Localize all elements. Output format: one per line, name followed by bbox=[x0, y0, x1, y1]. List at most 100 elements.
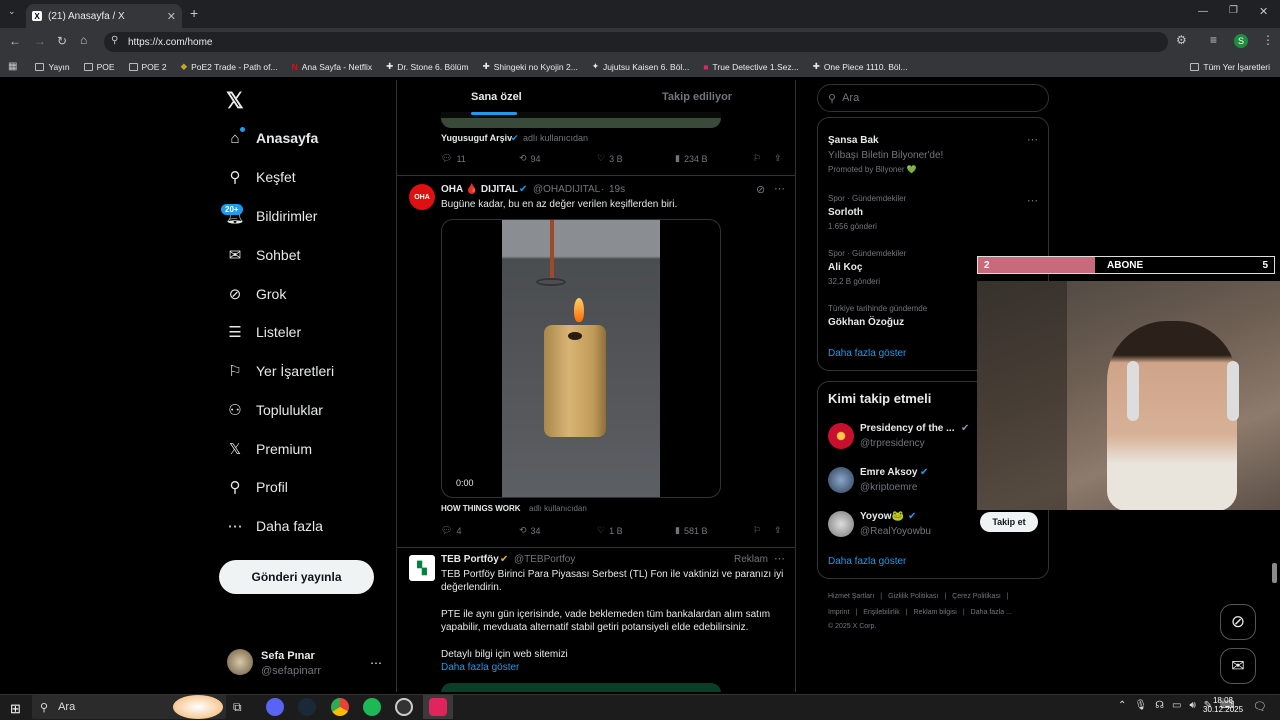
nav-lists[interactable]: ☰ Listeler bbox=[226, 317, 301, 347]
bookmark-item[interactable]: ✦ Jujutsu Kaisen 6. Böl... bbox=[592, 61, 690, 72]
discord-icon[interactable] bbox=[266, 698, 284, 716]
nav-profile[interactable]: ⚲ Profil bbox=[226, 472, 288, 502]
follow-button[interactable]: Takip et bbox=[980, 512, 1038, 532]
tab-list-icon[interactable]: ⌄ bbox=[8, 6, 16, 17]
profile-avatar[interactable]: S bbox=[1234, 34, 1248, 48]
bookmark-item[interactable]: Yayın bbox=[35, 62, 70, 72]
spotify-icon[interactable] bbox=[363, 698, 381, 716]
user-avatar[interactable] bbox=[227, 649, 253, 675]
tweet-author-handle[interactable]: @TEBPortfoy bbox=[514, 554, 575, 565]
nav-premium[interactable]: 𝕏 Premium bbox=[226, 434, 312, 464]
nav-more[interactable]: ⋯ Daha fazla bbox=[226, 511, 323, 541]
nav-explore[interactable]: ⚲ Keşfet bbox=[226, 162, 296, 192]
views-action[interactable]: ▮ 581 B bbox=[675, 525, 707, 536]
more-icon[interactable]: ⋯ bbox=[1027, 194, 1038, 207]
battery-icon[interactable]: ▭ bbox=[1172, 700, 1181, 711]
chrome-icon[interactable] bbox=[331, 698, 349, 716]
show-more-link[interactable]: Daha fazla göster bbox=[441, 662, 519, 673]
restore-icon[interactable]: ❐ bbox=[1229, 5, 1238, 16]
search-box[interactable]: ⚲ Ara bbox=[817, 84, 1049, 112]
follow-name[interactable]: Emre Aksoy bbox=[860, 467, 917, 478]
bookmark-action[interactable]: ⚐ bbox=[753, 153, 761, 164]
browser-tab[interactable]: X (21) Anasayfa / X ✕ bbox=[26, 4, 182, 28]
post-button[interactable]: Gönderi yayınla bbox=[219, 560, 374, 594]
promo-title[interactable]: Şansa Bak bbox=[828, 135, 879, 146]
home-icon[interactable]: ⌂ bbox=[80, 33, 87, 47]
footer-link[interactable]: Hizmet Şartları bbox=[828, 593, 874, 600]
apps-grid-icon[interactable]: ▦ bbox=[8, 61, 17, 72]
follow-name[interactable]: Yoyow🐸 bbox=[860, 511, 904, 522]
close-tab-icon[interactable]: ✕ bbox=[167, 10, 176, 23]
tweet-author-name[interactable]: TEB Portföy bbox=[441, 554, 499, 565]
like-action[interactable]: ♡ 3 B bbox=[597, 153, 623, 164]
reply-action[interactable]: 💬︎ 11 bbox=[441, 153, 466, 164]
more-icon[interactable]: ⋯ bbox=[774, 552, 785, 565]
x-logo-icon[interactable]: 𝕏 bbox=[226, 88, 244, 114]
follow-avatar[interactable] bbox=[828, 423, 854, 449]
reload-icon[interactable]: ↻ bbox=[57, 34, 67, 48]
more-icon[interactable]: ⋯ bbox=[1027, 133, 1038, 146]
windows-start-icon[interactable]: ⊞ bbox=[10, 701, 21, 717]
nav-grok[interactable]: ⊘ Grok bbox=[226, 279, 287, 309]
bookmark-item[interactable]: ✚ Shingeki no Kyojin 2... bbox=[483, 61, 578, 72]
reply-action[interactable]: 💬︎ 4 bbox=[441, 525, 461, 536]
address-bar[interactable]: ⚲ https://x.com/home bbox=[104, 32, 1168, 52]
tweet-context-name[interactable]: HOW THINGS WORK bbox=[441, 504, 521, 513]
tweet-author-name[interactable]: OHA 🩸 DIJITAL bbox=[441, 184, 518, 195]
menu-icon[interactable]: ⋮ bbox=[1262, 33, 1274, 47]
grok-fab-icon[interactable]: ⊘ bbox=[1220, 604, 1256, 640]
footer-link[interactable]: Reklam bilgisi bbox=[914, 609, 957, 616]
app-icon[interactable] bbox=[429, 698, 447, 716]
all-bookmarks[interactable]: Tüm Yer İşaretleri bbox=[1190, 62, 1270, 72]
trend-name[interactable]: Sorloth bbox=[828, 207, 863, 218]
more-icon[interactable]: ⋯ bbox=[774, 182, 785, 195]
bookmark-action[interactable]: ⚐ bbox=[753, 525, 761, 536]
steam-icon[interactable] bbox=[298, 698, 316, 716]
reading-list-icon[interactable]: ≡ bbox=[1210, 33, 1217, 47]
share-action[interactable]: ⇪ bbox=[774, 153, 782, 164]
tweet-avatar[interactable]: ▚ bbox=[409, 555, 435, 581]
nav-messages[interactable]: ✉ Sohbet bbox=[226, 240, 301, 270]
site-info-icon[interactable]: ⚲ bbox=[111, 35, 118, 46]
tweet-time[interactable]: 19s bbox=[609, 184, 625, 195]
show-more-link[interactable]: Daha fazla göster bbox=[828, 556, 906, 567]
task-view-icon[interactable]: ⧉ bbox=[233, 700, 242, 715]
bookmark-item[interactable]: N Ana Sayfa - Netflix bbox=[292, 62, 373, 72]
bookmark-item[interactable]: ■ True Detective 1.Sez... bbox=[703, 62, 798, 72]
close-window-icon[interactable]: ✕ bbox=[1259, 5, 1268, 18]
footer-link[interactable]: Daha fazla ... bbox=[971, 609, 1012, 616]
footer-link[interactable]: Imprint bbox=[828, 609, 849, 616]
like-action[interactable]: ♡ 1 B bbox=[597, 525, 623, 536]
clock[interactable]: 18:08 30.12.2025 bbox=[1203, 696, 1243, 714]
show-more-link[interactable]: Daha fazla göster bbox=[828, 348, 906, 359]
tweet-avatar[interactable]: OHA bbox=[409, 184, 435, 210]
share-action[interactable]: ⇪ bbox=[774, 525, 782, 536]
notifications-icon[interactable]: 🗨︎ bbox=[1253, 700, 1267, 713]
views-action[interactable]: ▮ 234 B bbox=[675, 153, 707, 164]
grok-icon[interactable]: ⊘ bbox=[756, 183, 765, 196]
tab-for-you[interactable]: Sana özel bbox=[471, 91, 522, 103]
bookmark-item[interactable]: ◆ PoE2 Trade - Path of... bbox=[181, 61, 278, 72]
trend-name[interactable]: Ali Koç bbox=[828, 262, 862, 273]
network-icon[interactable]: ☊ bbox=[1155, 700, 1164, 711]
bookmark-item[interactable]: ✚ One Piece 1110. Böl... bbox=[813, 61, 908, 72]
account-menu-icon[interactable]: ⋯ bbox=[370, 656, 382, 670]
nav-communities[interactable]: ⚇ Topluluklar bbox=[226, 395, 323, 425]
tab-following[interactable]: Takip ediliyor bbox=[662, 91, 732, 103]
new-tab-icon[interactable]: + bbox=[190, 5, 198, 21]
retweet-action[interactable]: ⟲ 94 bbox=[519, 153, 541, 164]
footer-link[interactable]: Erişilebilirlik bbox=[863, 609, 900, 616]
tweet-context-name[interactable]: Yugusuguf Arşiv bbox=[441, 133, 512, 143]
footer-link[interactable]: Gizlilik Politikası bbox=[888, 593, 938, 600]
follow-avatar[interactable] bbox=[828, 511, 854, 537]
retweet-action[interactable]: ⟲ 34 bbox=[519, 525, 541, 536]
forward-icon[interactable]: → bbox=[34, 34, 46, 48]
bookmark-item[interactable]: POE bbox=[83, 62, 115, 72]
bookmark-item[interactable]: ✚ Dr. Stone 6. Bölüm bbox=[386, 61, 468, 72]
follow-name[interactable]: Presidency of the ... bbox=[860, 423, 954, 434]
volume-icon[interactable]: 🔊︎ bbox=[1189, 700, 1195, 711]
extensions-icon[interactable]: ⚙ bbox=[1176, 33, 1187, 47]
mic-icon[interactable]: 🎙︎ bbox=[1134, 700, 1147, 711]
minimize-icon[interactable]: — bbox=[1198, 6, 1208, 17]
footer-link[interactable]: Çerez Politikası bbox=[952, 593, 1001, 600]
